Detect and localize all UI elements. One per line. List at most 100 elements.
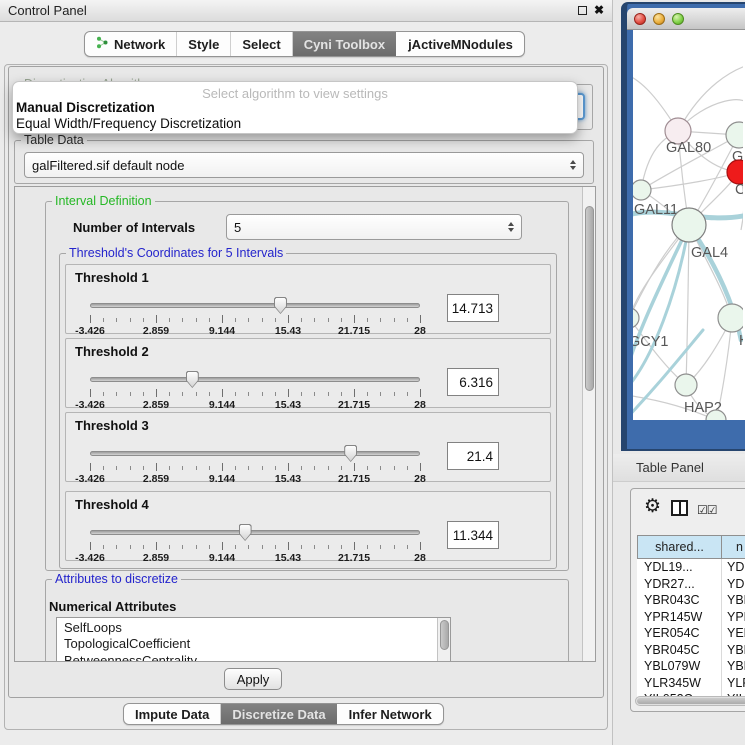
threshold-value-input[interactable] [447, 521, 499, 549]
table-row[interactable]: YDR27...YDR2 [637, 576, 745, 593]
tab-style[interactable]: Style [176, 32, 230, 56]
threshold-value-input[interactable] [447, 294, 499, 322]
network-node-label: H [739, 333, 743, 349]
scale-label: 9.144 [209, 325, 235, 337]
tick-mark [314, 545, 315, 549]
attribute-list-item[interactable]: SelfLoops [57, 618, 450, 635]
table-cell-name: YBR0 [722, 592, 745, 609]
tick-mark [407, 466, 408, 470]
table-cell-name: YPR1 [722, 609, 745, 626]
table-row[interactable]: YDL19...YDL1 [637, 559, 745, 576]
traffic-light-zoom-icon[interactable] [672, 13, 684, 25]
gear-icon[interactable]: ⚙ [644, 497, 661, 517]
table-data-combobox[interactable]: galFiltered.sif default node [24, 152, 584, 178]
threshold-value-input[interactable] [447, 442, 499, 470]
slider-thumb[interactable] [274, 297, 287, 314]
tab-cyni-toolbox[interactable]: Cyni Toolbox [292, 32, 396, 56]
tick-mark [314, 466, 315, 470]
attribute-list-item[interactable]: BetweennessCentrality [57, 651, 450, 662]
select-columns-icon[interactable]: ☑☑ [697, 503, 717, 517]
attributes-scrollbar-thumb[interactable] [440, 620, 449, 650]
menu-item-equal-width-frequency[interactable]: Equal Width/Frequency Discretization [13, 116, 577, 132]
network-node[interactable] [726, 122, 743, 148]
tab-label: Impute Data [135, 707, 209, 722]
attributes-group-title: Attributes to discretize [52, 572, 181, 586]
threshold-slider[interactable]: -3.4262.8599.14415.4321.71528 [90, 367, 420, 407]
threshold-box: Threshold 1-3.4262.8599.14415.4321.71528 [65, 264, 551, 334]
slider-thumb[interactable] [344, 445, 357, 462]
tick-mark [367, 466, 368, 470]
split-view-icon[interactable] [671, 500, 688, 516]
apply-button[interactable]: Apply [224, 668, 282, 690]
tick-mark [275, 318, 276, 322]
table-row[interactable]: YBR045CYBR0 [637, 642, 745, 659]
tick-mark [156, 542, 157, 550]
slider-thumb-face [187, 372, 198, 387]
tick-mark [275, 545, 276, 549]
settings-scrollbar[interactable] [582, 187, 595, 661]
attributes-scrollbar[interactable] [437, 618, 450, 662]
threshold-slider[interactable]: -3.4262.8599.14415.4321.71528 [90, 441, 420, 481]
scale-label: 2.859 [143, 399, 169, 411]
slider-track[interactable] [90, 377, 420, 382]
scale-label: 28 [414, 325, 426, 337]
table-hscrollbar-thumb[interactable] [637, 698, 745, 704]
tab-impute-data[interactable]: Impute Data [124, 704, 220, 724]
slider-track[interactable] [90, 303, 420, 308]
table-row[interactable]: YER054CYER0 [637, 625, 745, 642]
table-row[interactable]: YBL079WYBL0 [637, 658, 745, 675]
traffic-light-close-icon[interactable] [634, 13, 646, 25]
menu-item-manual-discretization[interactable]: Manual Discretization [13, 100, 577, 116]
network-window-titlebar[interactable] [627, 8, 745, 30]
threshold-slider[interactable]: -3.4262.8599.14415.4321.71528 [90, 293, 420, 333]
table-cell-shared-name: YDR27... [637, 576, 722, 593]
tick-mark [143, 318, 144, 322]
slider-track[interactable] [90, 530, 420, 535]
slider-scale-labels: -3.4262.8599.14415.4321.71528 [90, 325, 420, 337]
threshold-value-input[interactable] [447, 368, 499, 396]
slider-thumb[interactable] [186, 371, 199, 388]
tab-discretize-data[interactable]: Discretize Data [220, 704, 336, 724]
number-of-intervals-combobox[interactable]: 5 [226, 214, 522, 240]
network-node[interactable] [633, 308, 639, 328]
thresholds-group: Threshold's Coordinates for 5 Intervals … [59, 253, 557, 569]
table-cell-shared-name: YBR043C [637, 592, 722, 609]
tick-mark [222, 389, 223, 397]
network-node[interactable] [675, 374, 697, 396]
scale-label: 15.43 [275, 399, 301, 411]
tick-mark [328, 545, 329, 549]
tick-mark [420, 389, 421, 397]
network-node[interactable] [718, 304, 743, 332]
tab-select[interactable]: Select [230, 32, 291, 56]
slider-thumb[interactable] [239, 524, 252, 541]
column-header-shared-name[interactable]: shared... [637, 535, 722, 559]
tab-jactivemnodules[interactable]: jActiveMNodules [396, 32, 524, 56]
network-node[interactable] [633, 180, 651, 200]
tick-mark [275, 466, 276, 470]
column-header-name[interactable]: n [722, 535, 745, 559]
table-row[interactable]: YPR145WYPR1 [637, 609, 745, 626]
tab-network[interactable]: Network [85, 32, 176, 56]
table-row[interactable]: YBR043CYBR0 [637, 592, 745, 609]
tick-mark [209, 466, 210, 470]
tick-mark [156, 389, 157, 397]
table-row[interactable]: YLR345WYLR3 [637, 675, 745, 692]
scale-label: 21.715 [338, 325, 370, 337]
network-canvas[interactable]: GAL80GACGAL11GAL4GCY1HHAP2 [633, 30, 745, 420]
network-node[interactable] [672, 208, 706, 242]
attribute-list-item[interactable]: TopologicalCoefficient [57, 635, 450, 652]
settings-scrollbar-thumb[interactable] [585, 206, 594, 391]
traffic-light-minimize-icon[interactable] [653, 13, 665, 25]
tick-mark [288, 542, 289, 550]
threshold-slider[interactable]: -3.4262.8599.14415.4321.71528 [90, 520, 420, 560]
slider-scale-labels: -3.4262.8599.14415.4321.71528 [90, 552, 420, 564]
tab-infer-network[interactable]: Infer Network [337, 704, 443, 724]
close-icon[interactable]: ✖ [594, 5, 604, 15]
tick-mark [301, 318, 302, 322]
float-panel-icon[interactable] [578, 6, 587, 15]
slider-track[interactable] [90, 451, 420, 456]
network-node[interactable] [727, 160, 743, 184]
tick-mark [301, 545, 302, 549]
table-hscrollbar[interactable] [635, 696, 745, 706]
scale-label: -3.426 [75, 473, 105, 485]
